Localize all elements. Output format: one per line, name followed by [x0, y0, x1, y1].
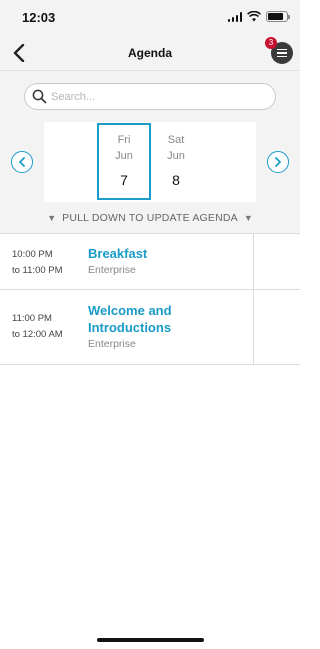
list-item[interactable]: 10:00 PM to 11:00 PM Breakfast Enterpris…	[0, 234, 300, 290]
session-title[interactable]: Breakfast	[88, 245, 248, 262]
column-divider	[253, 290, 254, 364]
page-title: Agenda	[127, 46, 172, 60]
session-start-time: 10:00 PM	[12, 249, 53, 260]
agenda-list: 10:00 PM to 11:00 PM Breakfast Enterpris…	[0, 234, 300, 365]
session-time: 11:00 PM to 12:00 AM	[12, 311, 63, 343]
session-time: 10:00 PM to 11:00 PM	[12, 247, 63, 279]
day-name: Sat	[167, 134, 185, 146]
list-item[interactable]: 11:00 PM to 12:00 AM Welcome and Introdu…	[0, 290, 300, 365]
column-divider	[253, 234, 254, 289]
wifi-icon	[247, 11, 261, 22]
chevron-left-icon	[19, 157, 25, 167]
status-time: 12:03	[22, 10, 56, 25]
next-day-button[interactable]	[267, 151, 289, 173]
session-end-time: to 11:00 PM	[12, 265, 63, 276]
session-end-time: to 12:00 AM	[12, 329, 63, 340]
search-input[interactable]	[51, 88, 266, 106]
day-month: Jun	[115, 150, 133, 162]
previous-day-button[interactable]	[11, 151, 33, 173]
nav-bar: Agenda 3	[0, 36, 300, 70]
session-location: Enterprise	[88, 264, 136, 276]
session-info: Breakfast Enterprise	[88, 245, 248, 276]
triangle-down-icon: ▼	[47, 212, 57, 223]
cellular-signal-icon	[227, 11, 242, 22]
hamburger-menu-icon	[277, 48, 287, 51]
search-icon	[32, 89, 47, 104]
notification-badge: 3	[265, 37, 277, 49]
search-box[interactable]	[24, 83, 276, 110]
day-name: Fri	[117, 134, 131, 146]
search-area	[0, 70, 300, 122]
status-bar: 12:03	[0, 0, 300, 36]
day-month: Jun	[167, 150, 185, 162]
session-location: Enterprise	[88, 338, 136, 350]
session-start-time: 11:00 PM	[12, 313, 52, 324]
pull-hint-text: PULL DOWN TO UPDATE AGENDA	[62, 211, 238, 224]
chevron-right-icon	[275, 157, 281, 167]
triangle-down-icon: ▼	[243, 212, 253, 223]
day-number: 7	[120, 172, 128, 188]
date-fri-jun-7[interactable]: Fri Jun 7	[97, 123, 151, 200]
session-title[interactable]: Welcome and Introductions	[88, 302, 248, 336]
date-selector: Fri Jun 7 Sat Jun 8	[0, 122, 300, 202]
home-indicator[interactable]	[97, 638, 204, 642]
status-icons	[227, 11, 290, 22]
session-info: Welcome and Introductions Enterprise	[88, 302, 248, 350]
battery-icon	[266, 11, 290, 22]
day-number: 8	[172, 172, 180, 188]
pull-to-refresh-hint: ▼ PULL DOWN TO UPDATE AGENDA ▼	[0, 202, 300, 234]
date-sat-jun-8[interactable]: Sat Jun 8	[149, 123, 203, 200]
